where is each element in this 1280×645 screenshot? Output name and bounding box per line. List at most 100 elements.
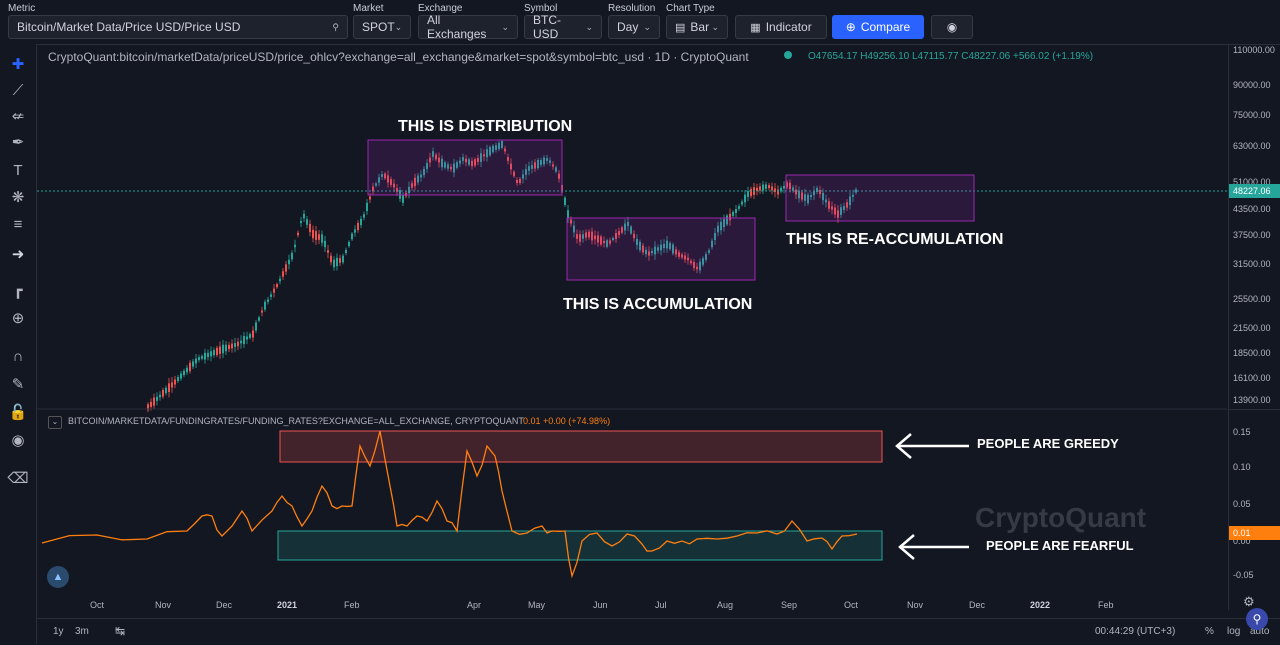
price-tick: 110000.00 [1233, 45, 1275, 55]
x-tick: Sep [781, 600, 798, 610]
lock-icon[interactable]: 🔓 [8, 402, 28, 422]
candle-body [186, 367, 188, 373]
x-tick: Dec [969, 600, 986, 610]
candle-body [285, 264, 287, 272]
candle-body [339, 258, 341, 263]
x-tick: Apr [467, 600, 482, 610]
candle-body [360, 218, 362, 226]
candle-body [321, 234, 323, 243]
candle-body [297, 232, 299, 236]
candle-body [336, 257, 338, 267]
candle-body [348, 241, 350, 247]
candle-body [783, 185, 785, 189]
market-select[interactable]: SPOT ⌄ [353, 15, 411, 39]
forecast-icon[interactable]: ≡ [8, 214, 28, 234]
magnet-icon[interactable]: ∩ [8, 346, 28, 366]
candle-body [243, 335, 245, 345]
current-price-badge: 48227.06 [1229, 184, 1280, 198]
candle-body [330, 255, 332, 263]
funding-current-badge: 0.01 [1229, 526, 1280, 540]
candle-body [759, 186, 761, 191]
brush-icon[interactable]: ✒ [8, 132, 28, 152]
exchange-value: All Exchanges [427, 13, 487, 41]
resolution-select[interactable]: Day ⌄ [608, 15, 660, 39]
annotation-accumulation: THIS IS ACCUMULATION [563, 296, 753, 313]
collapse-icon[interactable]: ⌄ [48, 416, 62, 429]
price-tick: 25500.00 [1233, 294, 1271, 304]
symbol-value: BTC-USD [533, 13, 561, 41]
candle-body [195, 358, 197, 364]
status-dot [784, 51, 792, 59]
market-value: SPOT [362, 20, 395, 34]
search-icon[interactable]: ⚲ [1246, 608, 1268, 630]
candle-body [273, 288, 275, 293]
price-tick: 13900.00 [1233, 395, 1271, 405]
text-icon[interactable]: T [8, 160, 28, 180]
price-axis[interactable]: 110000.00 90000.00 75000.00 63000.00 510… [1228, 44, 1280, 610]
candle-body [156, 396, 158, 401]
candle-body [165, 387, 167, 394]
greedy-box [279, 430, 883, 463]
pitchfork-icon[interactable]: ⇍ [8, 106, 28, 126]
back-arrow-icon[interactable]: ➜ [8, 244, 28, 264]
pencil-lock-icon[interactable]: ✎ [8, 374, 28, 394]
x-tick: Dec [216, 600, 233, 610]
funding-tick: 0.10 [1233, 462, 1251, 472]
exchange-select[interactable]: All Exchanges ⌄ [418, 13, 518, 41]
charttype-label: Chart Type [666, 3, 715, 14]
x-tick: May [528, 600, 546, 610]
charttype-value: Bar [690, 20, 710, 34]
trash-icon[interactable]: ⌫ [7, 468, 28, 488]
candle-body [735, 209, 737, 213]
ruler-icon[interactable]: ┏ [8, 280, 28, 300]
candle-body [777, 189, 779, 195]
screenshot-button[interactable]: ◉ [931, 15, 973, 39]
market-label: Market [353, 3, 384, 14]
candle-body [741, 201, 743, 205]
candle-body [366, 202, 368, 212]
funding-tick: 0.15 [1233, 427, 1251, 437]
charttype-select[interactable]: ▤ Bar ⌄ [666, 15, 728, 39]
symbol-select[interactable]: BTC-USD ⌄ [524, 13, 602, 41]
metric-search-input[interactable]: Bitcoin/Market Data/Price USD/Price USD … [8, 15, 348, 39]
clock-time[interactable]: 00:44:29 (UTC+3) [1095, 626, 1175, 637]
candle-body [327, 250, 329, 253]
candle-body [303, 213, 305, 219]
bottom-bar: 1y 3m ↹ 00:44:29 (UTC+3) % log auto [37, 618, 1280, 645]
candle-body [228, 344, 230, 350]
compare-button[interactable]: ⊕ Compare [832, 15, 924, 39]
candle-body [363, 214, 365, 218]
candle-body [204, 352, 206, 360]
cryptoquant-logo-icon[interactable]: ▲ [47, 566, 69, 588]
crosshair-icon[interactable]: ✚ [8, 54, 28, 74]
log-toggle[interactable]: log [1227, 626, 1240, 637]
indicator-label: Indicator [765, 20, 812, 34]
trend-line-icon[interactable]: ⟋ [8, 80, 28, 100]
candle-body [309, 223, 311, 233]
price-tick: 75000.00 [1233, 110, 1271, 120]
camera-icon: ◉ [946, 20, 958, 34]
percent-toggle[interactable]: % [1205, 626, 1214, 637]
candle-body [225, 344, 227, 352]
candle-body [198, 357, 200, 361]
candle-body [258, 317, 260, 321]
ohlc-readout: O47654.17 H49256.10 L47115.77 C48227.06 … [808, 51, 1094, 62]
candle-body [279, 278, 281, 282]
candle-body [201, 356, 203, 359]
indicator-button[interactable]: ▦ Indicator [735, 15, 827, 39]
x-tick: Jun [593, 600, 608, 610]
candle-body [219, 346, 221, 354]
zoom-in-icon[interactable]: ⊕ [8, 308, 28, 328]
candle-body [747, 191, 749, 197]
range-1y-button[interactable]: 1y [53, 626, 64, 637]
annotation-distribution: THIS IS DISTRIBUTION [398, 118, 573, 135]
candle-body [357, 222, 359, 231]
pattern-icon[interactable]: ❋ [8, 187, 28, 207]
compare-label: Compare [860, 20, 911, 34]
eye-icon[interactable]: ◉ [8, 430, 28, 450]
range-3m-button[interactable]: 3m [75, 626, 89, 637]
candle-body [162, 389, 164, 397]
funding-tick: -0.05 [1233, 570, 1254, 580]
date-range-icon[interactable]: ↹ [115, 624, 125, 638]
candle-body [294, 244, 296, 248]
